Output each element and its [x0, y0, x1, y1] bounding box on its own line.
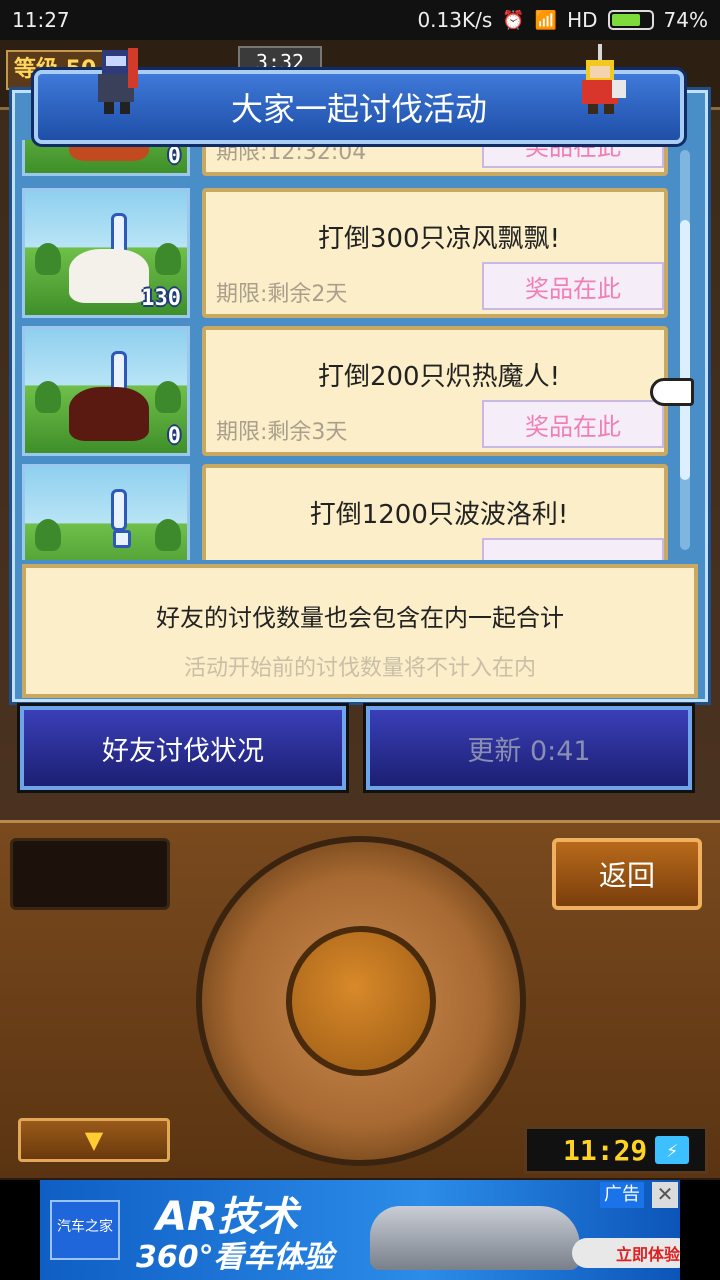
event-list[interactable]: 0 期限:12:32:04 奖品在此 130 打倒300只凉风飘飘! 期限:剩余… [22, 140, 678, 560]
monster-thumbnail [22, 464, 190, 560]
pointing-hand-icon [650, 378, 694, 406]
defeat-count: 130 [141, 286, 181, 311]
event-card: 打倒300只凉风飘飘! 期限:剩余2天 奖品在此 [202, 188, 668, 318]
event-task: 打倒200只炽热魔人! [317, 362, 561, 392]
close-icon[interactable]: ✕ [652, 1182, 678, 1208]
event-row: 0 打倒200只炽热魔人! 期限:剩余3天 奖品在此 [22, 326, 678, 456]
alarm-icon: ⏰ [502, 9, 525, 31]
event-task: 打倒1200只波波洛利! [309, 500, 569, 530]
tree-icon [155, 519, 181, 551]
notice-line-2: 活动开始前的讨伐数量将不计入在内 [183, 656, 536, 681]
return-button[interactable]: 返回 [552, 838, 702, 910]
ad-cta-button[interactable]: 立即体验 [572, 1238, 680, 1268]
knight-sprite-icon [98, 48, 138, 114]
tree-icon [155, 381, 181, 413]
monster-thumbnail: 0 [22, 140, 190, 176]
tree-icon [155, 243, 181, 275]
battery-fill [611, 14, 640, 26]
status-time: 11:27 [12, 8, 70, 32]
tree-icon [35, 381, 61, 413]
event-row: 130 打倒300只凉风飘飘! 期限:剩余2天 奖品在此 [22, 188, 678, 318]
network-speed: 0.13K/s [417, 8, 493, 32]
clock-time: 11:29 [563, 1133, 648, 1167]
monster-thumbnail: 130 [22, 188, 190, 318]
exclamation-icon [111, 489, 131, 548]
notice-line-1: 好友的讨伐数量也会包含在内一起合计 [156, 604, 564, 632]
notice-box: 好友的讨伐数量也会包含在内一起合计 活动开始前的讨伐数量将不计入在内 [22, 564, 698, 698]
event-card: 打倒1200只波波洛利! [202, 464, 668, 560]
refresh-button[interactable]: 更新 0:41 [366, 706, 692, 790]
game-clock: 11:29 ⚡ [524, 1126, 708, 1174]
prize-button[interactable] [482, 538, 664, 560]
prize-button[interactable]: 奖品在此 [482, 400, 664, 448]
screen: 11:27 0.13K/s ⏰ 📶 HD 74% 等级 50 3:32 大家一起… [0, 0, 720, 1280]
hero-sprite-icon [582, 44, 626, 114]
battery-icon [607, 10, 654, 30]
charging-icon: ⚡ [655, 1136, 690, 1164]
empty-slot [10, 838, 170, 910]
status-bar: 11:27 0.13K/s ⏰ 📶 HD 74% [0, 0, 720, 40]
chevron-down-icon: ▼ [84, 1126, 104, 1154]
monster-thumbnail: 0 [22, 326, 190, 456]
event-row: 打倒1200只波波洛利! [22, 464, 678, 560]
dpad-center-button[interactable] [286, 926, 436, 1076]
monster-sprite [69, 387, 149, 441]
event-card: 打倒200只炽热魔人! 期限:剩余3天 奖品在此 [202, 326, 668, 456]
scroll-down-button[interactable]: ▼ [18, 1118, 170, 1162]
network-type: HD [567, 8, 598, 32]
prize-button[interactable]: 奖品在此 [482, 140, 664, 168]
scrollbar-thumb[interactable] [680, 220, 690, 480]
status-right: 0.13K/s ⏰ 📶 HD 74% [417, 8, 708, 32]
event-deadline: 期限:剩余2天 [216, 282, 348, 307]
monster-sprite [69, 249, 149, 303]
defeat-count: 0 [167, 144, 181, 169]
event-row: 0 期限:12:32:04 奖品在此 [22, 140, 678, 176]
wifi-icon: 📶 [534, 9, 558, 31]
prize-button[interactable]: 奖品在此 [482, 262, 664, 310]
ad-subline: 360°看车体验 [136, 1240, 334, 1275]
ad-content[interactable]: 汽车之家 AR技术 360°看车体验 立即体验 [40, 1180, 680, 1280]
tree-icon [35, 243, 61, 275]
friends-status-button[interactable]: 好友讨伐状况 [20, 706, 346, 790]
event-deadline: 期限:剩余3天 [216, 420, 348, 445]
ad-logo: 汽车之家 [50, 1200, 120, 1260]
tree-icon [35, 519, 61, 551]
event-task: 打倒300只凉风飘飘! [317, 224, 561, 254]
battery-percent: 74% [663, 8, 708, 32]
ad-tag: 广告 [600, 1182, 644, 1208]
event-card: 期限:12:32:04 奖品在此 [202, 140, 668, 176]
defeat-count: 0 [167, 424, 181, 449]
car-image [370, 1206, 580, 1270]
